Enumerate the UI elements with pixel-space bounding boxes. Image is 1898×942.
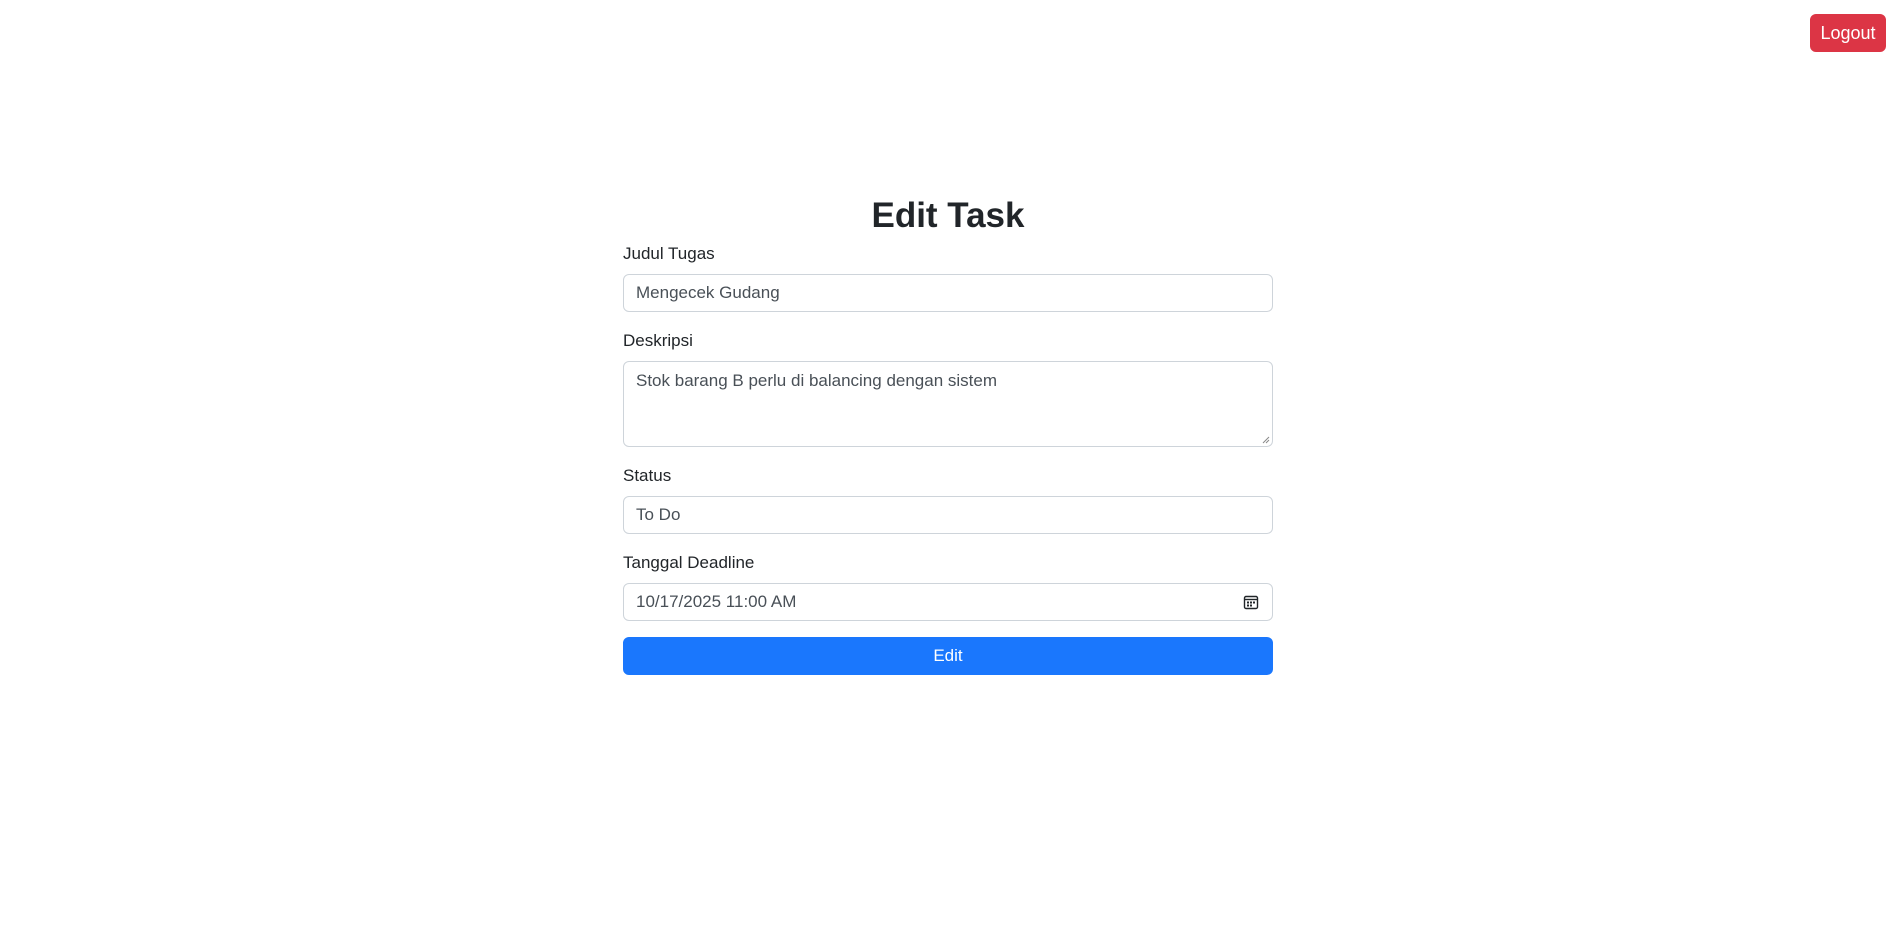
judul-input[interactable]: Mengecek Gudang <box>623 274 1273 312</box>
calendar-icon[interactable] <box>1242 593 1260 611</box>
judul-value: Mengecek Gudang <box>636 283 780 302</box>
page: Logout Edit Task Judul Tugas Mengecek Gu… <box>0 0 1898 942</box>
deadline-value: 10/17/2025 11:00 AM <box>636 592 797 611</box>
deskripsi-value: Stok barang B perlu di balancing dengan … <box>636 371 998 390</box>
status-input[interactable]: To Do <box>623 496 1273 534</box>
deskripsi-group: Deskripsi Stok barang B perlu di balanci… <box>623 329 1273 447</box>
deskripsi-textarea[interactable]: Stok barang B perlu di balancing dengan … <box>623 361 1273 447</box>
deskripsi-label: Deskripsi <box>623 331 693 350</box>
status-value: To Do <box>636 505 681 524</box>
edit-task-form: Edit Task Judul Tugas Mengecek Gudang De… <box>623 190 1273 675</box>
deadline-datetime-input[interactable]: 10/17/2025 11:00 AM <box>623 583 1273 621</box>
page-title: Edit Task <box>871 196 1025 235</box>
judul-label: Judul Tugas <box>623 244 715 263</box>
resize-handle-icon[interactable] <box>1262 436 1270 444</box>
deadline-label: Tanggal Deadline <box>623 553 755 572</box>
edit-submit-button[interactable]: Edit <box>623 637 1273 675</box>
judul-group: Judul Tugas Mengecek Gudang <box>623 242 1273 312</box>
logout-button[interactable]: Logout <box>1810 14 1886 52</box>
status-group: Status To Do <box>623 464 1273 534</box>
deadline-group: Tanggal Deadline 10/17/2025 11:00 AM <box>623 551 1273 621</box>
status-label: Status <box>623 466 672 485</box>
